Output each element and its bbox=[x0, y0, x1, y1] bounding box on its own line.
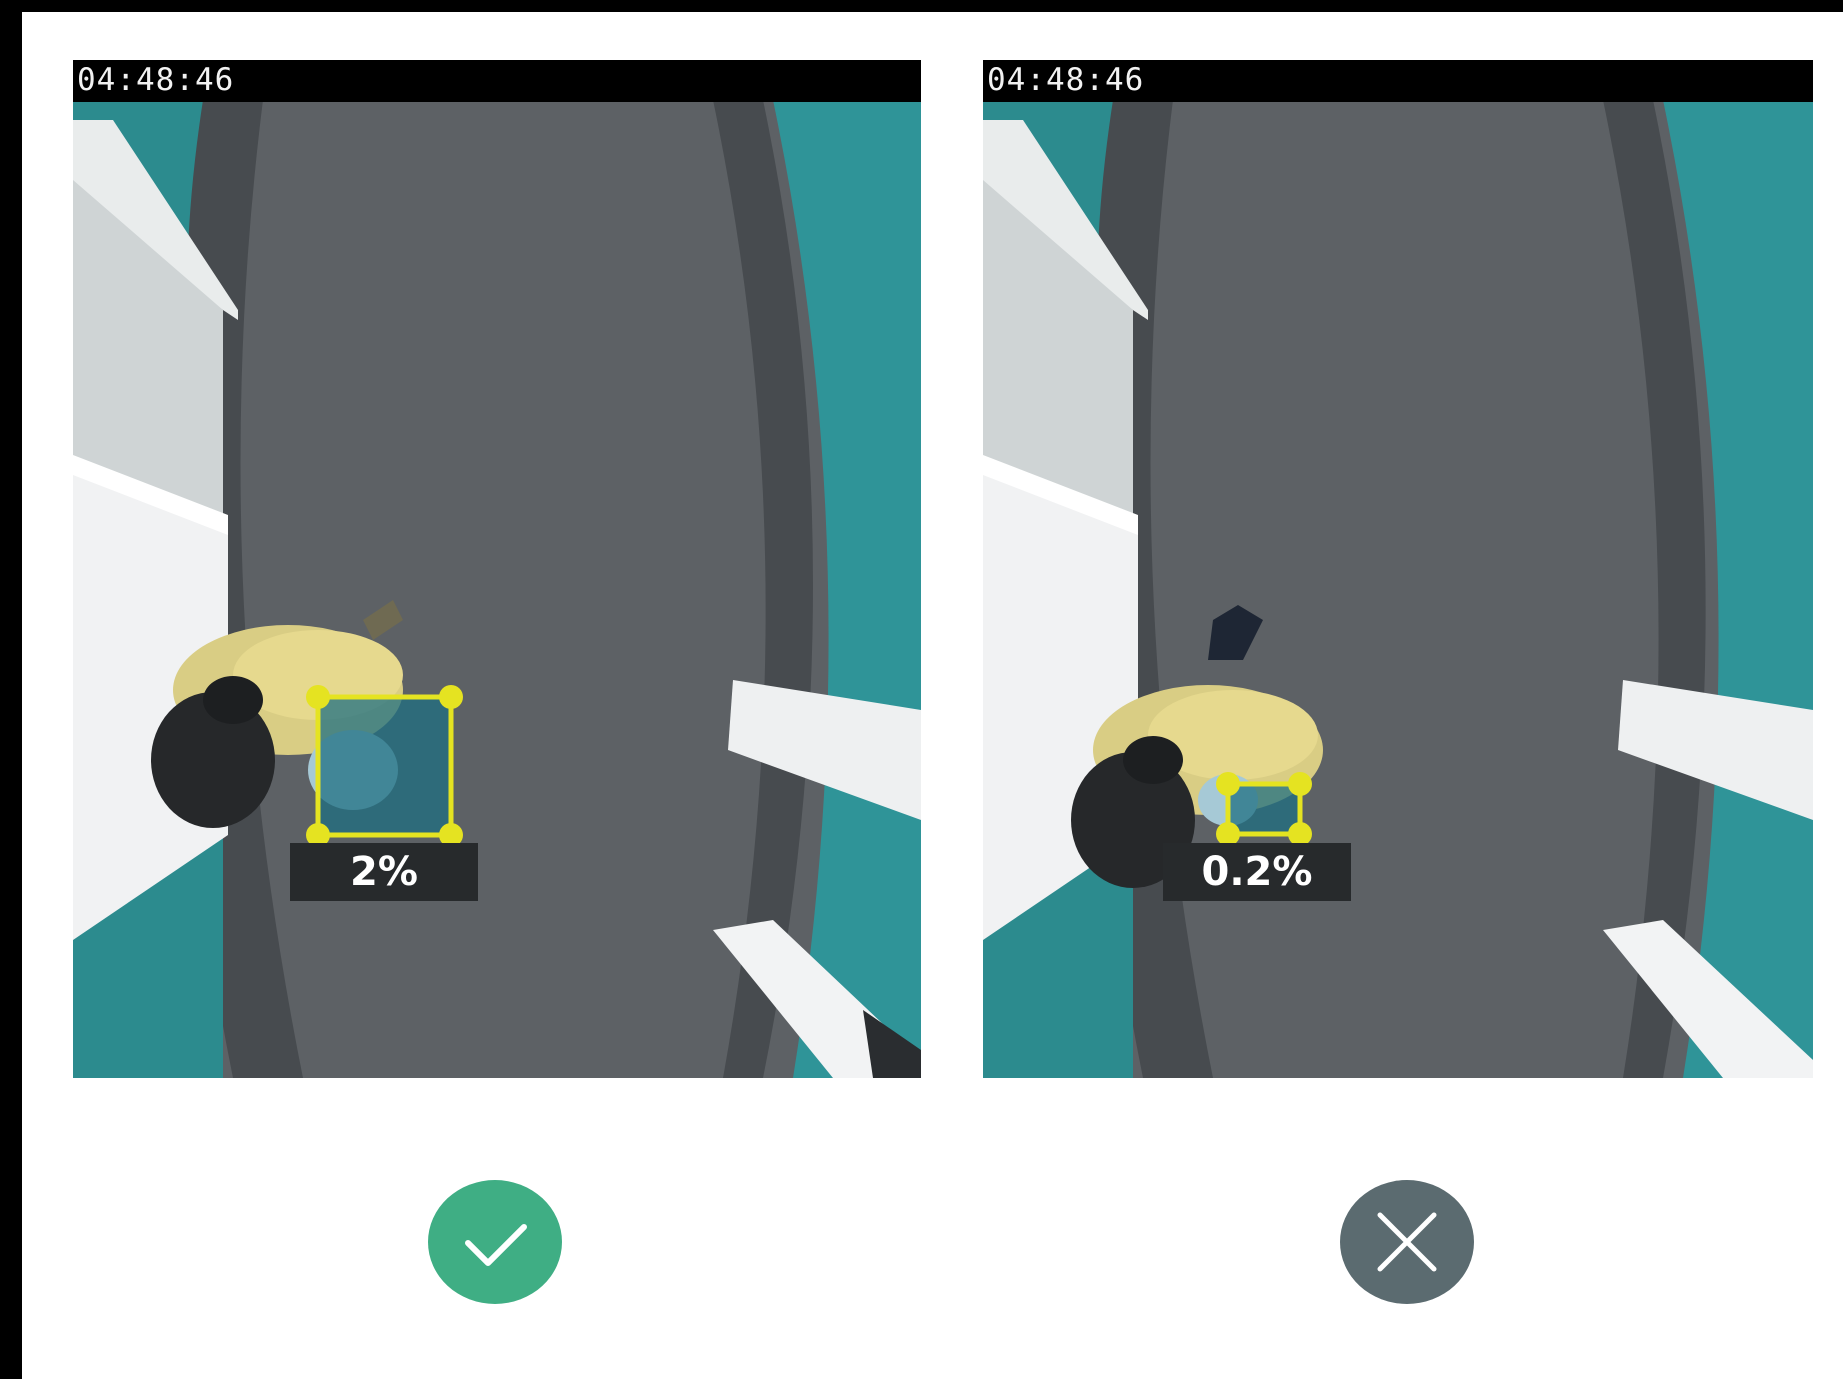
top-border bbox=[0, 0, 1843, 12]
overhead-scene-right bbox=[983, 60, 1813, 1078]
comparison-figure: 04:48:46 2% 04:48:46 0.2% bbox=[22, 12, 1843, 1379]
camera-frame-left: 04:48:46 2% bbox=[73, 60, 921, 1078]
coverage-label: 0.2% bbox=[1163, 843, 1351, 901]
timestamp-text: 04:48:46 bbox=[77, 62, 235, 98]
close-icon bbox=[1340, 1180, 1474, 1304]
coverage-label: 2% bbox=[290, 843, 478, 901]
camera-frame-right: 04:48:46 0.2% bbox=[983, 60, 1813, 1078]
overhead-scene-left bbox=[73, 60, 921, 1078]
timestamp-text: 04:48:46 bbox=[987, 62, 1145, 98]
checkmark-icon bbox=[428, 1180, 562, 1304]
timestamp-bar: 04:48:46 bbox=[73, 60, 921, 102]
timestamp-bar: 04:48:46 bbox=[983, 60, 1813, 102]
